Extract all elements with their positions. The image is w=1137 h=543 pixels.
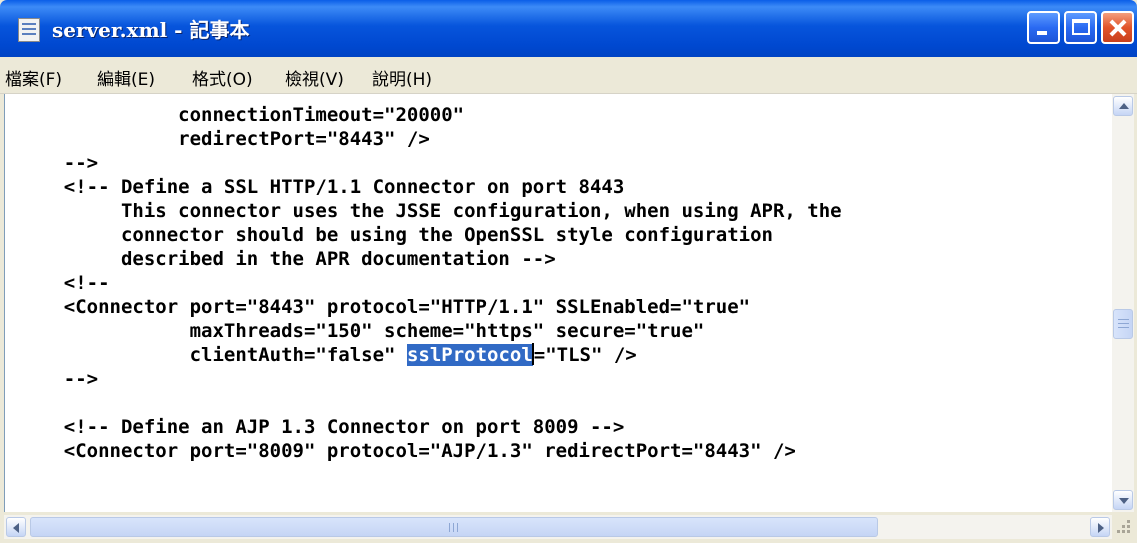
editor-content[interactable]: connectionTimeout="20000" redirectPort="… bbox=[18, 103, 842, 463]
horizontal-scrollbar[interactable] bbox=[4, 515, 1112, 539]
scroll-down-button[interactable] bbox=[1113, 490, 1133, 510]
notepad-window: server.xml - 記事本 檔案(F) 編輯(E) 格式(O) 檢視(V)… bbox=[0, 0, 1137, 543]
selected-text[interactable]: sslProtocol bbox=[406, 344, 533, 366]
grip-line bbox=[1118, 327, 1129, 328]
text-editor[interactable]: connectionTimeout="20000" redirectPort="… bbox=[4, 94, 1113, 512]
menu-help[interactable]: 說明(H) bbox=[372, 65, 432, 90]
arrow-left-icon bbox=[13, 523, 19, 533]
text-before-selection: connectionTimeout="20000" redirectPort="… bbox=[63, 104, 842, 366]
close-button[interactable] bbox=[1101, 11, 1134, 44]
arrow-down-icon bbox=[1119, 498, 1129, 504]
notepad-icon[interactable] bbox=[18, 18, 40, 42]
window-title: server.xml - 記事本 bbox=[52, 18, 250, 42]
menu-format[interactable]: 格式(O) bbox=[192, 65, 253, 90]
title-bar[interactable]: server.xml - 記事本 bbox=[0, 0, 1137, 57]
grip-line bbox=[1118, 323, 1129, 324]
menu-edit[interactable]: 編輯(E) bbox=[97, 65, 155, 90]
arrow-right-icon bbox=[1098, 523, 1104, 533]
grip-line bbox=[1118, 319, 1129, 320]
grip-line bbox=[457, 523, 458, 532]
minimize-button[interactable] bbox=[1027, 11, 1060, 44]
menu-file[interactable]: 檔案(F) bbox=[5, 65, 62, 90]
scroll-up-button[interactable] bbox=[1113, 96, 1133, 116]
horizontal-scroll-thumb[interactable] bbox=[30, 517, 878, 537]
maximize-button[interactable] bbox=[1064, 11, 1097, 44]
resize-grip-icon[interactable] bbox=[1112, 515, 1134, 539]
menu-bar: 檔案(F) 編輯(E) 格式(O) 檢視(V) 說明(H) bbox=[0, 57, 1137, 94]
arrow-up-icon bbox=[1119, 103, 1129, 109]
vertical-scroll-thumb[interactable] bbox=[1113, 309, 1133, 339]
grip-line bbox=[449, 523, 450, 532]
scroll-right-button[interactable] bbox=[1090, 517, 1110, 537]
scroll-left-button[interactable] bbox=[6, 517, 26, 537]
menu-view[interactable]: 檢視(V) bbox=[285, 65, 344, 90]
grip-line bbox=[453, 523, 454, 532]
vertical-scrollbar[interactable] bbox=[1112, 94, 1134, 512]
